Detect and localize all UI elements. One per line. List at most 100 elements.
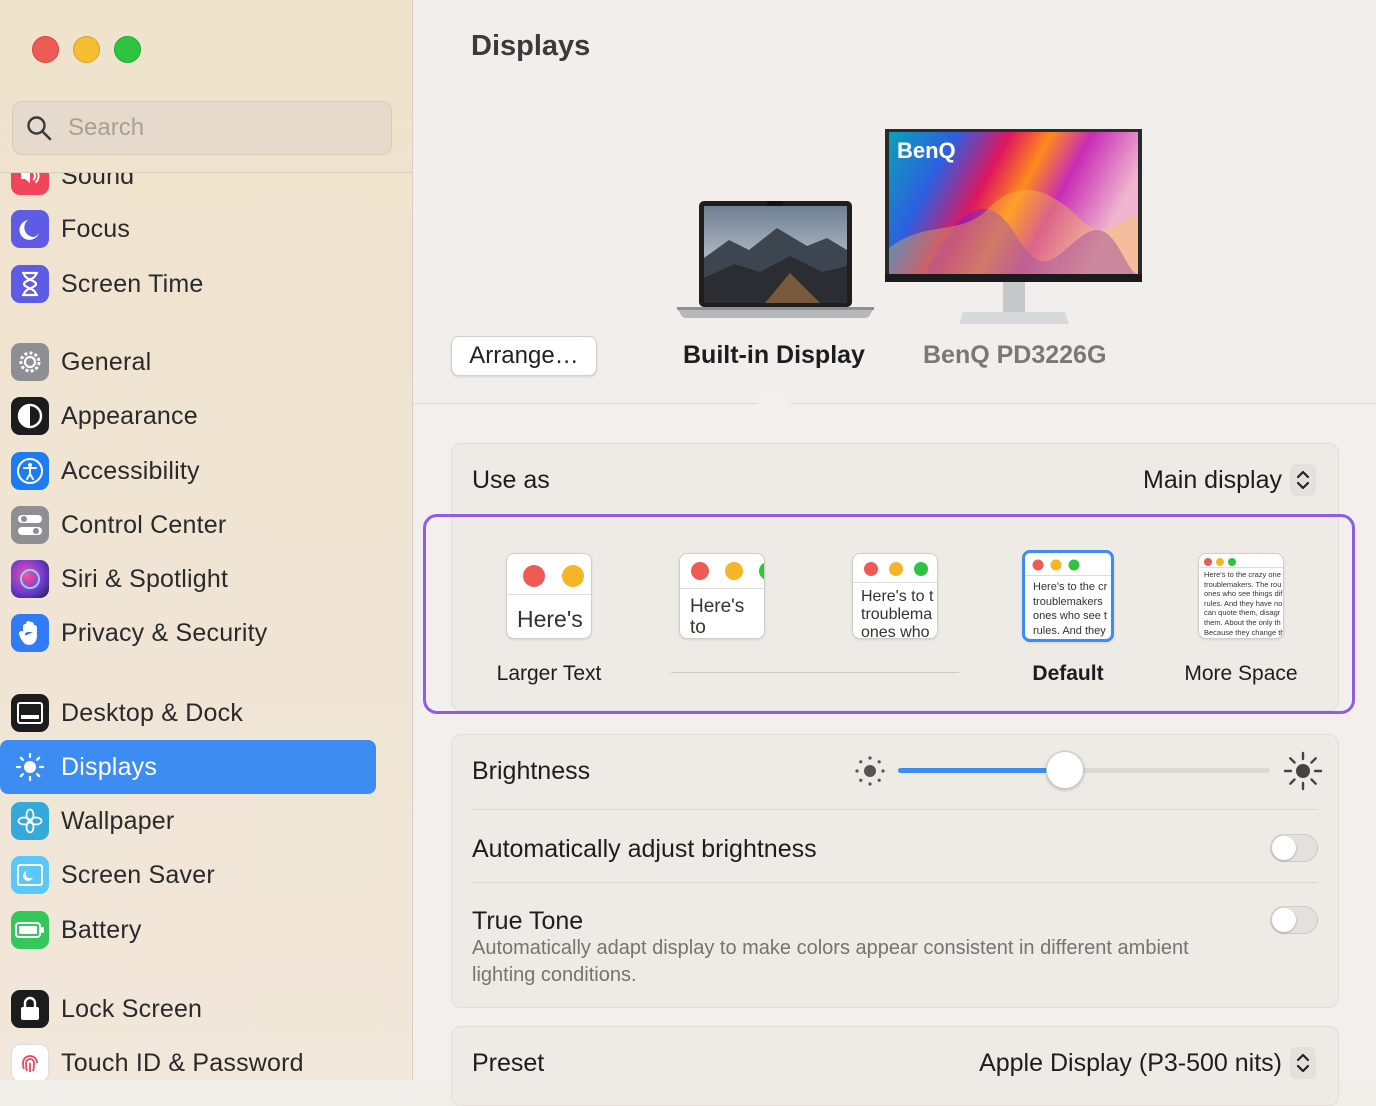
sidebar-item-accessibility[interactable]: Accessibility [0, 444, 376, 498]
sidebar-item-sound[interactable]: Sound [0, 173, 376, 203]
true-tone-description: Automatically adapt display to make colo… [472, 937, 1189, 986]
resolution-option-2[interactable]: Here's to troublem [679, 553, 765, 639]
resolution-sample-text: Here's to the cr troublemakers ones who … [1033, 581, 1108, 637]
sidebar-item-touch-id[interactable]: Touch ID & Password [0, 1036, 376, 1080]
sidebar-item-label: Focus [61, 214, 131, 243]
screensaver-icon [11, 856, 49, 894]
dock-icon [11, 694, 49, 732]
appearance-icon [11, 397, 49, 435]
close-button[interactable] [32, 36, 59, 63]
search-icon [27, 116, 52, 141]
preset-label: Preset [472, 1049, 545, 1077]
window-dots-icon [1032, 559, 1080, 571]
siri-icon [11, 560, 49, 598]
gear-icon [11, 343, 49, 381]
laptop-illustration[interactable] [675, 198, 877, 322]
sun-low-icon [855, 756, 885, 786]
sidebar-item-general[interactable]: General [0, 335, 376, 389]
auto-brightness-label: Automatically adjust brightness [472, 835, 817, 863]
use-as-popup[interactable]: Main display [1143, 464, 1316, 496]
window-dots-icon [691, 562, 764, 580]
sidebar-item-label: Control Center [61, 510, 227, 539]
preset-value: Apple Display (P3-500 nits) [979, 1048, 1282, 1077]
sidebar-item-label: Displays [61, 752, 158, 781]
window-dots-icon [864, 562, 928, 576]
arrange-button[interactable]: Arrange… [451, 336, 597, 376]
fingerprint-icon [11, 1044, 49, 1080]
sidebar-item-label: Sound [61, 173, 135, 190]
flower-icon [11, 802, 49, 840]
auto-brightness-toggle[interactable] [1270, 834, 1318, 862]
sidebar-item-wallpaper[interactable]: Wallpaper [0, 794, 376, 848]
monitor-illustration[interactable]: BenQ [885, 128, 1143, 330]
resolution-caption: More Space [1184, 662, 1298, 685]
sidebar-item-label: Desktop & Dock [61, 698, 244, 727]
resolution-option-3[interactable]: Here's to t troublema ones who [852, 553, 938, 639]
resolution-sample-text: Here's [517, 606, 583, 632]
sidebar-item-label: General [61, 347, 152, 376]
sidebar-item-privacy-security[interactable]: Privacy & Security [0, 606, 376, 660]
sidebar-item-screen-time[interactable]: Screen Time [0, 257, 376, 311]
preset-popup[interactable]: Apple Display (P3-500 nits) [979, 1047, 1316, 1079]
true-tone-label: True Tone [472, 907, 584, 935]
search-input[interactable] [66, 113, 370, 143]
moon-icon [11, 210, 49, 248]
lock-icon [11, 990, 49, 1028]
sidebar-item-label: Screen Time [61, 269, 204, 298]
resolution-option-default[interactable]: Here's to the cr troublemakers ones who … [1022, 550, 1114, 642]
brightness-slider-fill [898, 768, 1066, 773]
sidebar-item-label: Screen Saver [61, 860, 215, 889]
sidebar-item-displays[interactable]: Displays [0, 740, 376, 794]
sidebar-item-label: Appearance [61, 401, 198, 430]
resolution-option-larger-text[interactable]: Here's [506, 553, 592, 639]
resolution-sample-text: Here's to t troublema ones who [861, 588, 934, 639]
row-divider [472, 809, 1318, 810]
chevron-updown-icon [1290, 1047, 1316, 1079]
sidebar-item-focus[interactable]: Focus [0, 202, 376, 256]
toggles-icon [11, 506, 49, 544]
brightness-slider-track[interactable] [898, 768, 1270, 773]
row-divider [472, 882, 1318, 883]
resolution-sample-text: Here's to the crazy one troublemakers. T… [1204, 570, 1284, 637]
sidebar-item-lock-screen[interactable]: Lock Screen [0, 982, 376, 1036]
sidebar-separator [0, 172, 412, 173]
accessibility-icon [11, 452, 49, 490]
sidebar-item-label: Privacy & Security [61, 618, 268, 647]
sidebar-item-label: Battery [61, 915, 142, 944]
window-dots-icon [523, 565, 584, 587]
sun-icon [11, 748, 49, 786]
builtin-display-label[interactable]: Built-in Display [683, 341, 865, 370]
minimize-button[interactable] [73, 36, 100, 63]
brightness-label: Brightness [472, 757, 591, 785]
zoom-button[interactable] [114, 36, 141, 63]
search-field[interactable] [12, 101, 392, 155]
sidebar-item-siri-spotlight[interactable]: Siri & Spotlight [0, 552, 376, 606]
monitor-brand-logo: BenQ [897, 138, 956, 163]
chevron-updown-icon [1290, 464, 1316, 496]
sidebar-item-label: Lock Screen [61, 994, 203, 1023]
hand-icon [11, 614, 49, 652]
sun-high-icon [1283, 751, 1323, 791]
sidebar-item-control-center[interactable]: Control Center [0, 498, 376, 552]
sidebar-item-battery[interactable]: Battery [0, 903, 376, 957]
use-as-label: Use as [472, 466, 550, 494]
window-dots-icon [1204, 558, 1236, 566]
hourglass-icon [11, 265, 49, 303]
external-display-label[interactable]: BenQ PD3226G [923, 341, 1106, 370]
sidebar-item-screen-saver[interactable]: Screen Saver [0, 848, 376, 902]
speaker-icon [11, 173, 49, 195]
resolution-caption: Larger Text [496, 662, 602, 685]
resolution-scale-line [671, 672, 959, 673]
sidebar-item-desktop-dock[interactable]: Desktop & Dock [0, 686, 376, 740]
resolution-sample-text: Here's to troublem [690, 596, 745, 638]
brightness-card: Brightness Automatically adjust brightne… [451, 734, 1339, 1008]
use-as-value: Main display [1143, 465, 1282, 494]
sidebar-item-label: Touch ID & Password [61, 1048, 304, 1077]
sidebar-item-appearance[interactable]: Appearance [0, 389, 376, 443]
sidebar-item-label: Accessibility [61, 456, 200, 485]
page-title: Displays [471, 30, 591, 62]
resolution-option-more-space[interactable]: Here's to the crazy one troublemakers. T… [1198, 553, 1284, 639]
sidebar-item-label: Siri & Spotlight [61, 564, 229, 593]
preset-card: Preset Apple Display (P3-500 nits) [451, 1026, 1339, 1106]
true-tone-toggle[interactable] [1270, 906, 1318, 934]
